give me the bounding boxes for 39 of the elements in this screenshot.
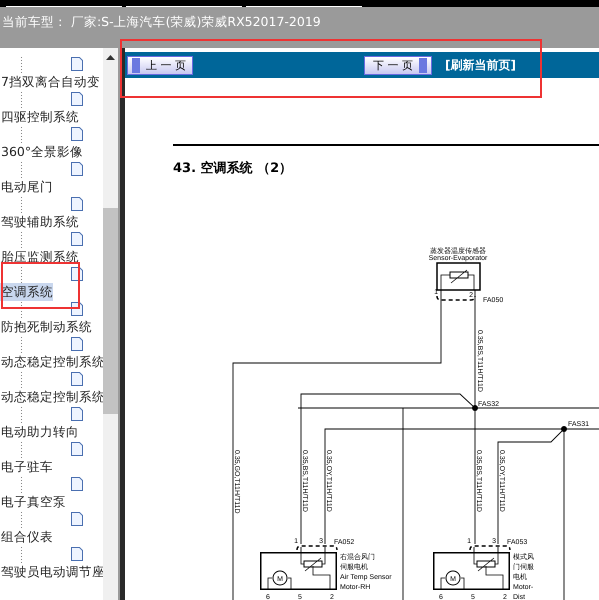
tree-item[interactable]: 四驱控制系统 — [0, 108, 79, 126]
splitter-bar[interactable] — [118, 48, 125, 600]
diagram-title: 43. 空调系统 （2） — [173, 161, 292, 176]
document-icon — [71, 92, 83, 106]
tree-item[interactable]: 动态稳定控制系统 — [0, 388, 105, 406]
tree-item[interactable]: 驾驶员电动调节座 — [0, 563, 105, 581]
tree-item[interactable]: 电动尾门 — [0, 178, 53, 196]
document-icon — [71, 372, 83, 386]
next-page-button[interactable]: 下 一 页 — [364, 56, 432, 74]
document-icon — [71, 547, 83, 561]
document-icon — [71, 162, 83, 176]
document-icon — [71, 232, 83, 246]
document-icon — [71, 337, 83, 351]
tree-item[interactable]: 7挡双离合自动变 — [0, 73, 100, 91]
document-icon — [71, 197, 83, 211]
tree-item[interactable]: 防抱死制动系统 — [0, 318, 92, 336]
previous-page-button[interactable]: 上 一 页 — [127, 56, 193, 74]
connector-bracket — [436, 296, 476, 301]
tree-item[interactable]: 驾驶辅助系统 — [0, 213, 79, 231]
refresh-page-link[interactable]: [刷新当前页] — [445, 56, 516, 74]
tree-item[interactable]: 动态稳定控制系统 — [0, 353, 105, 371]
document-icon — [71, 512, 83, 526]
car-model-title: 当前车型： 厂家:S-上海汽车(荣威)荣威RX52017-2019 — [2, 14, 321, 29]
document-icon — [71, 127, 83, 141]
sensor-symbol — [436, 262, 481, 291]
document-icon — [71, 477, 83, 491]
splice-dot — [472, 405, 478, 411]
scrollbar-thumb[interactable] — [103, 208, 118, 414]
document-icon — [71, 442, 83, 456]
splice-dot — [561, 426, 567, 432]
scrollbar[interactable] — [103, 48, 118, 600]
document-icon — [71, 57, 83, 71]
tree-item[interactable]: 组合仪表 — [0, 528, 53, 546]
tree-item[interactable]: 电子真空泵 — [0, 493, 66, 511]
document-icon — [71, 407, 83, 421]
tree-item[interactable]: 电动助力转向 — [0, 423, 79, 441]
scroll-up-icon[interactable] — [106, 55, 116, 60]
tree-item[interactable]: 电子驻车 — [0, 458, 53, 476]
tree-item[interactable]: 360°全景影像 — [0, 143, 84, 161]
